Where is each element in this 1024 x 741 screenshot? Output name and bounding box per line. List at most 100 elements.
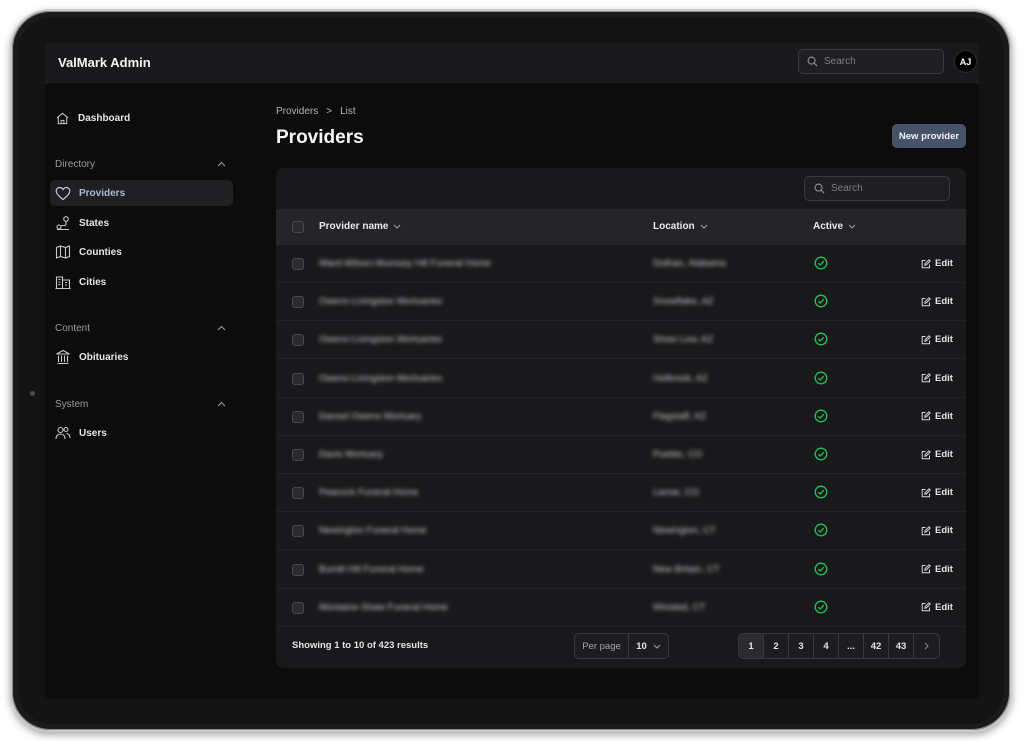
breadcrumb-separator: > — [326, 106, 333, 117]
app-title[interactable]: ValMark Admin — [58, 55, 151, 70]
provider-name-cell[interactable]: Dansel-Owens Mortuary — [319, 411, 421, 422]
provider-name-cell[interactable]: Davis Mortuary — [319, 449, 383, 460]
location-cell: Newington, CT — [653, 525, 716, 537]
provider-name-cell[interactable]: Bumill Hill Funeral Home — [319, 564, 424, 575]
table-row[interactable]: Ward-Wilson-Mumsey Hill Funeral Home Doth… — [276, 245, 966, 283]
edit-button[interactable]: Edit — [921, 258, 953, 269]
sidebar-item-cities[interactable]: Cities — [50, 269, 233, 295]
table-row[interactable]: Newington Funeral Home Newington, CT Edit — [276, 512, 966, 551]
table-row[interactable]: Peacock Funeral Home Lamar, CO Edit — [276, 474, 966, 513]
edit-button[interactable]: Edit — [921, 334, 953, 345]
sidebar-item-counties[interactable]: Counties — [50, 239, 233, 265]
check-circle-icon — [814, 409, 828, 423]
check-circle-icon — [814, 523, 828, 537]
page-button[interactable]: 4 — [814, 634, 839, 658]
per-page-value-wrapper[interactable]: 10 — [629, 634, 668, 658]
row-checkbox[interactable] — [292, 449, 304, 461]
chevron-up-icon[interactable] — [217, 325, 226, 331]
row-checkbox[interactable] — [292, 525, 304, 538]
table-row[interactable]: Owens-Livingston Mortuaries Snowflake, AZ… — [276, 283, 966, 322]
provider-name-cell[interactable]: Newington Funeral Home — [319, 525, 427, 536]
building-columns-icon — [56, 349, 70, 365]
column-header-label: Provider name — [319, 221, 389, 232]
sidebar-item-dashboard[interactable]: Dashboard — [50, 105, 233, 131]
breadcrumb-parent[interactable]: Providers — [276, 106, 318, 117]
next-page-button[interactable] — [914, 634, 939, 658]
table-footer: Showing 1 to 10 of 423 results Per page … — [276, 625, 966, 668]
chevron-up-icon[interactable] — [217, 401, 226, 407]
table-row[interactable]: Owens-Livingston Mortuaries Show Low, AZ E… — [276, 321, 966, 360]
sidebar-item-states[interactable]: States — [50, 210, 233, 236]
provider-name-cell[interactable]: Peacock Funeral Home — [319, 487, 418, 498]
edit-button[interactable]: Edit — [921, 449, 953, 460]
sidebar-item-label: Users — [79, 427, 107, 439]
edit-label: Edit — [935, 258, 953, 269]
sidebar-group-content[interactable]: Content — [55, 323, 90, 334]
select-all-checkbox[interactable] — [292, 221, 304, 233]
check-circle-icon — [814, 562, 828, 576]
per-page-label: Per page — [575, 634, 629, 658]
column-header-active[interactable]: Active — [813, 221, 856, 232]
edit-button[interactable]: Edit — [921, 373, 953, 384]
table-row[interactable]: Dansel-Owens Mortuary Flagstaff, AZ Edit — [276, 398, 966, 436]
home-icon — [56, 112, 69, 124]
page-button[interactable]: 3 — [789, 634, 814, 658]
edit-label: Edit — [935, 563, 953, 575]
edit-button[interactable]: Edit — [921, 525, 953, 536]
table-row[interactable]: Bumill Hill Funeral Home New Britain, CT E… — [276, 551, 966, 589]
user-avatar[interactable]: AJ — [954, 50, 977, 73]
chevron-up-icon[interactable] — [217, 161, 226, 167]
location-cell: Pueblo, CO — [653, 449, 703, 460]
edit-button[interactable]: Edit — [921, 602, 953, 613]
row-checkbox[interactable] — [292, 410, 304, 423]
row-checkbox[interactable] — [292, 487, 304, 500]
table-search-input[interactable]: Search — [804, 176, 950, 201]
page-button[interactable]: 42 — [864, 634, 889, 658]
edit-button[interactable]: Edit — [921, 296, 953, 307]
provider-name-cell[interactable]: Montaine-Shaw Funeral Home — [319, 602, 448, 613]
sidebar-item-label: Obituaries — [79, 351, 129, 363]
column-header-location[interactable]: Location — [653, 221, 708, 232]
table-row[interactable]: Montaine-Shaw Funeral Home Winsted, CT Edi… — [276, 589, 966, 627]
per-page-select[interactable]: Per page 10 — [574, 633, 669, 659]
provider-name-cell[interactable]: Owens-Livingston Mortuaries — [319, 373, 442, 384]
users-icon — [55, 426, 71, 440]
location-cell: Lamar, CO — [653, 487, 699, 499]
sidebar-group-system[interactable]: System — [55, 399, 88, 410]
provider-name-cell[interactable]: Ward-Wilson-Mumsey Hill Funeral Home — [319, 258, 491, 269]
page-button[interactable]: 43 — [889, 634, 914, 658]
provider-name-cell[interactable]: Owens-Livingston Mortuaries — [319, 296, 442, 307]
edit-button[interactable]: Edit — [921, 564, 953, 575]
row-checkbox[interactable] — [292, 258, 304, 270]
new-provider-button[interactable]: New provider — [892, 124, 966, 148]
pencil-square-icon — [921, 258, 931, 268]
row-checkbox[interactable] — [292, 296, 304, 309]
global-search-input[interactable]: Search — [798, 49, 944, 74]
sidebar-group-directory[interactable]: Directory — [55, 159, 95, 170]
camera-dot — [30, 391, 35, 396]
page-button[interactable]: 2 — [764, 634, 789, 658]
edit-button[interactable]: Edit — [921, 411, 953, 422]
check-circle-icon — [814, 332, 828, 346]
chevron-down-icon — [653, 644, 661, 649]
table-row[interactable]: Davis Mortuary Pueblo, CO Edit — [276, 436, 966, 474]
row-checkbox[interactable] — [292, 601, 304, 614]
table-row[interactable]: Owens-Livingston Mortuaries Holbrook, AZ E… — [276, 360, 966, 398]
sidebar-item-label: Cities — [79, 276, 107, 288]
column-header-name[interactable]: Provider name — [319, 221, 401, 232]
chevron-down-icon — [394, 224, 401, 229]
sidebar-item-users[interactable]: Users — [50, 420, 233, 446]
table-header: Provider name Location Active — [276, 209, 966, 245]
row-checkbox[interactable] — [292, 334, 304, 347]
breadcrumb-current: List — [340, 106, 356, 117]
row-checkbox[interactable] — [292, 372, 304, 385]
sidebar-item-obituaries[interactable]: Obituaries — [50, 344, 233, 370]
check-circle-icon — [814, 371, 828, 385]
edit-button[interactable]: Edit — [921, 487, 953, 498]
sidebar-item-providers[interactable]: Providers — [50, 180, 233, 206]
edit-label: Edit — [935, 372, 953, 384]
provider-name-cell[interactable]: Owens-Livingston Mortuaries — [319, 334, 442, 345]
page-button[interactable]: 1 — [739, 634, 764, 658]
row-checkbox[interactable] — [292, 563, 304, 576]
check-circle-icon — [814, 600, 828, 614]
